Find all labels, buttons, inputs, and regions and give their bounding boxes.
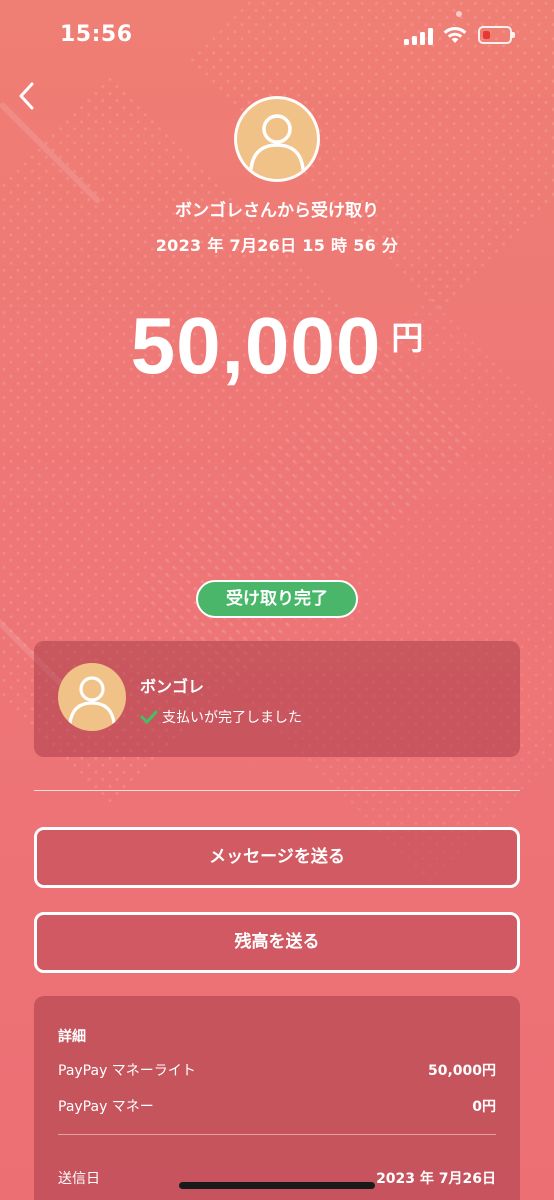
status-badge: 受け取り完了 xyxy=(196,580,358,618)
detail-label: PayPay マネーライト xyxy=(58,1063,196,1079)
detail-value: 0円 xyxy=(472,1099,496,1115)
payer-card: ボンゴレ 支払いが完了しました xyxy=(34,641,520,757)
detail-row: PayPay マネー 0円 xyxy=(58,1096,496,1116)
check-icon xyxy=(140,710,158,724)
transaction-datetime: 2023 年 7月26日 15 時 56 分 xyxy=(155,236,399,255)
back-button[interactable] xyxy=(8,76,44,116)
detail-label: PayPay マネー xyxy=(58,1099,154,1115)
home-indicator xyxy=(179,1182,375,1189)
section-divider xyxy=(34,790,520,791)
status-time: 15:56 xyxy=(60,22,133,47)
detail-row: PayPay マネーライト 50,000円 xyxy=(58,1060,496,1080)
send-message-button[interactable]: メッセージを送る xyxy=(34,827,520,888)
status-bar: 15:56 xyxy=(0,0,554,74)
amount-value: 50,000 xyxy=(130,301,382,390)
details-divider xyxy=(58,1134,496,1135)
details-heading: 詳細 xyxy=(58,1029,86,1045)
payment-status-text: 支払いが完了しました xyxy=(162,710,302,726)
payment-status: 支払いが完了しました xyxy=(140,707,302,727)
user-icon xyxy=(249,114,305,171)
battery-icon xyxy=(478,26,515,44)
wifi-icon xyxy=(443,26,467,43)
amount-display: 50,000 円 xyxy=(0,300,554,392)
receipt-screen: 15:56 ボンゴレさんから受け取り 2023 年 7月26日 15 時 56 … xyxy=(0,0,554,1200)
user-icon xyxy=(68,676,116,725)
payer-avatar xyxy=(58,663,126,731)
indicator-dot xyxy=(456,11,462,17)
detail-value: 50,000円 xyxy=(427,1063,496,1079)
send-balance-button[interactable]: 残高を送る xyxy=(34,912,520,973)
detail-value: 2023 年 7月26日 xyxy=(376,1171,496,1187)
payer-name: ボンゴレ xyxy=(140,677,205,696)
detail-label: 送信日 xyxy=(58,1171,100,1187)
amount-currency: 円 xyxy=(391,319,424,357)
sender-avatar xyxy=(234,96,320,182)
background-streak xyxy=(0,101,102,205)
details-card: 詳細 PayPay マネーライト 50,000円 PayPay マネー 0円 送… xyxy=(34,996,520,1200)
page-title: ボンゴレさんから受け取り xyxy=(175,201,379,221)
signal-icon xyxy=(404,27,434,45)
chevron-left-icon xyxy=(19,82,34,110)
